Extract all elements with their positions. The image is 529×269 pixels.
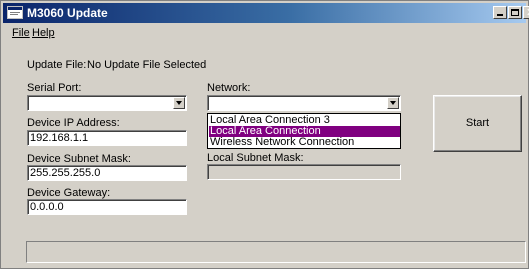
maximize-button[interactable] [508, 6, 522, 19]
device-gateway-label: Device Gateway: [27, 187, 111, 199]
start-button[interactable]: Start [433, 95, 522, 152]
device-gateway-field[interactable]: 0.0.0.0 [27, 199, 187, 215]
app-window-icon [7, 6, 23, 19]
minimize-icon [497, 14, 503, 16]
app-window: M3060 Update ✕ File Help Update File: No… [0, 0, 529, 269]
network-dropdown-button[interactable] [387, 97, 399, 109]
title-bar[interactable]: M3060 Update ✕ [3, 3, 529, 23]
menu-help-label: Help [32, 27, 55, 39]
serial-port-dropdown-button[interactable] [173, 97, 185, 109]
maximize-icon [511, 9, 519, 16]
window-title: M3060 Update [27, 6, 108, 20]
local-subnet-label: Local Subnet Mask: [207, 152, 304, 164]
menu-file[interactable]: File [12, 27, 30, 39]
menu-help[interactable]: Help [32, 27, 55, 39]
update-file-label: Update File: [27, 59, 87, 71]
menu-bar: File Help [3, 24, 526, 42]
network-option[interactable]: Wireless Network Connection [209, 137, 400, 148]
network-dropdown-list: Local Area Connection 3 Local Area Conne… [207, 113, 401, 149]
serial-port-select[interactable] [27, 95, 187, 111]
serial-port-label: Serial Port: [27, 82, 82, 94]
close-button[interactable]: ✕ [523, 6, 529, 19]
network-select[interactable] [207, 95, 401, 111]
menu-file-label: File [12, 27, 30, 39]
status-bar [26, 241, 526, 263]
chevron-down-icon [390, 101, 396, 105]
device-subnet-field[interactable]: 255.255.255.0 [27, 165, 187, 181]
update-file-value: No Update File Selected [87, 59, 207, 71]
local-subnet-field [207, 164, 401, 180]
device-subnet-label: Device Subnet Mask: [27, 153, 131, 165]
minimize-button[interactable] [493, 6, 507, 19]
device-ip-field[interactable]: 192.168.1.1 [27, 130, 187, 146]
device-ip-label: Device IP Address: [27, 117, 120, 129]
chevron-down-icon [176, 101, 182, 105]
network-label: Network: [207, 82, 251, 94]
